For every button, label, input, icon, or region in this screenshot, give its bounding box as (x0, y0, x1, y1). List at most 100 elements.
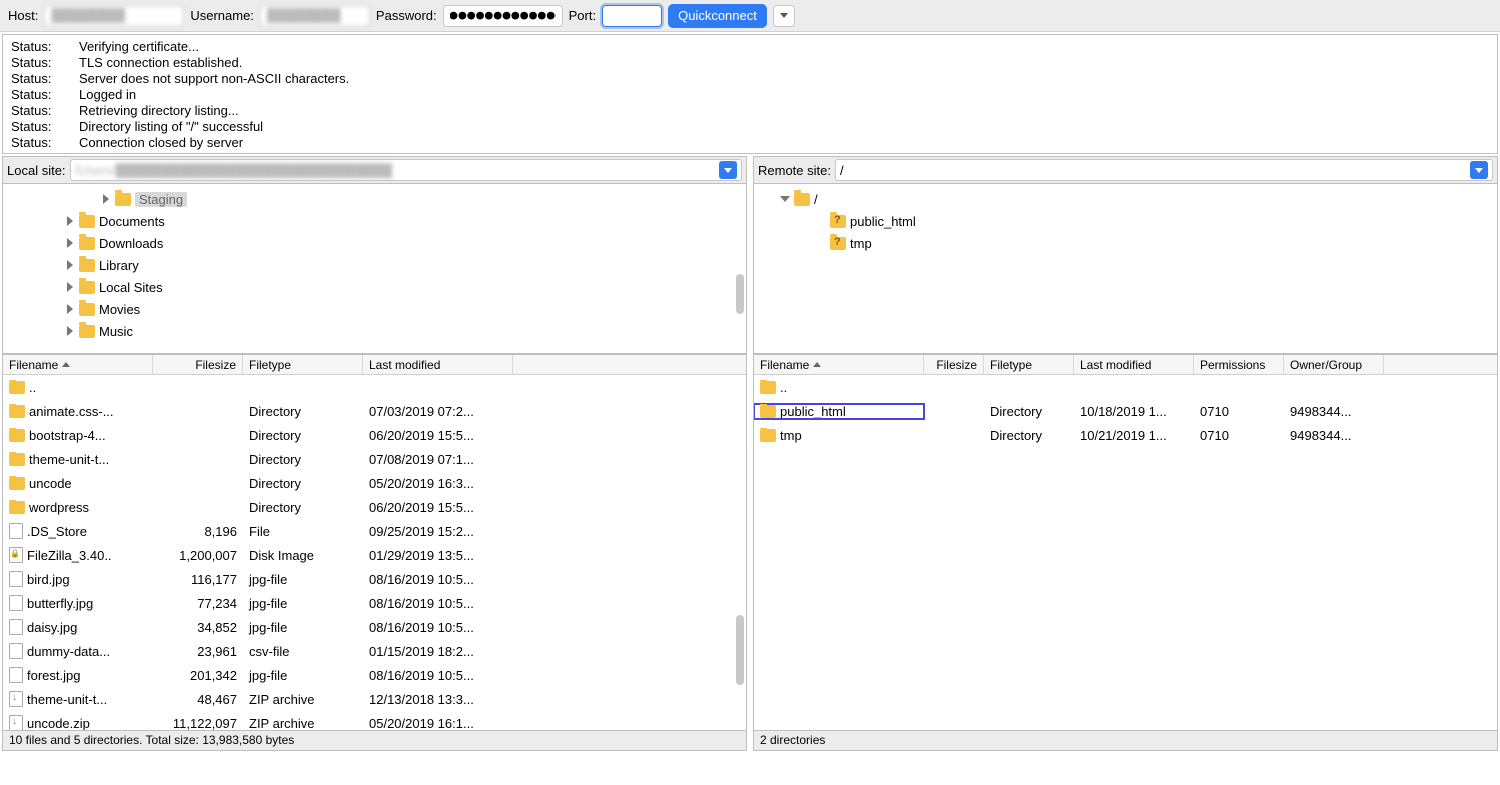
local-path-dropdown-button[interactable] (719, 161, 737, 179)
file-row[interactable]: dummy-data...23,961csv-file01/15/2019 18… (3, 639, 746, 663)
disclosure-triangle-icon[interactable] (101, 194, 111, 204)
col-filesize[interactable]: Filesize (153, 355, 243, 374)
remote-path-dropdown-button[interactable] (1470, 161, 1488, 179)
quickconnect-button[interactable]: Quickconnect (668, 4, 767, 28)
file-row[interactable]: theme-unit-t...Directory07/08/2019 07:1.… (3, 447, 746, 471)
folder-icon (79, 237, 95, 250)
file-modified: 10/21/2019 1... (1074, 428, 1194, 443)
col-filename[interactable]: Filename (754, 355, 924, 374)
password-input[interactable] (443, 5, 563, 27)
col-last-modified[interactable]: Last modified (363, 355, 513, 374)
remote-columns: Filename Filesize Filetype Last modified… (754, 355, 1497, 375)
local-file-list[interactable]: Filename Filesize Filetype Last modified… (2, 354, 747, 751)
file-name: uncode.zip (27, 716, 90, 731)
tree-item[interactable]: public_html (754, 210, 1497, 232)
file-name: bird.jpg (27, 572, 70, 587)
remote-tree[interactable]: / public_htmltmp (753, 184, 1498, 354)
file-type: csv-file (243, 644, 363, 659)
disclosure-triangle-icon[interactable] (65, 282, 75, 292)
log-label: Status: (11, 71, 61, 87)
col-permissions[interactable]: Permissions (1194, 355, 1284, 374)
file-row[interactable]: .. (754, 375, 1497, 399)
file-row[interactable]: wordpressDirectory06/20/2019 15:5... (3, 495, 746, 519)
col-filetype[interactable]: Filetype (243, 355, 363, 374)
file-row[interactable]: FileZilla_3.40..1,200,007Disk Image01/29… (3, 543, 746, 567)
log-row: Status:Directory listing of "/" successf… (11, 119, 1489, 135)
file-modified: 08/16/2019 10:5... (363, 572, 513, 587)
log-label: Status: (11, 135, 61, 151)
disclosure-triangle-icon[interactable] (65, 326, 75, 336)
log-message: Logged in (79, 87, 136, 103)
username-input[interactable] (260, 5, 370, 27)
local-columns: Filename Filesize Filetype Last modified (3, 355, 746, 375)
tree-item[interactable]: Library (3, 254, 746, 276)
file-owner: 9498344... (1284, 428, 1384, 443)
file-row[interactable]: theme-unit-t...48,467ZIP archive12/13/20… (3, 687, 746, 711)
tree-item[interactable]: tmp (754, 232, 1497, 254)
disclosure-triangle-icon[interactable] (65, 260, 75, 270)
tree-item[interactable]: Movies (3, 298, 746, 320)
file-row[interactable]: bird.jpg116,177jpg-file08/16/2019 10:5..… (3, 567, 746, 591)
file-name: .. (780, 380, 787, 395)
local-path-combo[interactable]: /Users/██████████████████████████████ (70, 159, 742, 181)
folder-icon (794, 193, 810, 206)
scrollbar-thumb[interactable] (736, 615, 744, 685)
file-row[interactable]: .. (3, 375, 746, 399)
local-pane: Local site: /Users/█████████████████████… (2, 156, 747, 751)
file-name: .DS_Store (27, 524, 87, 539)
file-size: 8,196 (153, 524, 243, 539)
tree-item[interactable]: Documents (3, 210, 746, 232)
col-filetype[interactable]: Filetype (984, 355, 1074, 374)
tree-item[interactable]: / (754, 188, 1497, 210)
file-modified: 05/20/2019 16:3... (363, 476, 513, 491)
file-row[interactable]: bootstrap-4...Directory06/20/2019 15:5..… (3, 423, 746, 447)
file-type: File (243, 524, 363, 539)
file-type: jpg-file (243, 572, 363, 587)
remote-file-list[interactable]: Filename Filesize Filetype Last modified… (753, 354, 1498, 751)
file-modified: 06/20/2019 15:5... (363, 500, 513, 515)
file-row[interactable]: tmpDirectory10/21/2019 1...07109498344..… (754, 423, 1497, 447)
file-type: Directory (243, 404, 363, 419)
port-input[interactable] (602, 5, 662, 27)
disclosure-triangle-icon[interactable] (65, 216, 75, 226)
file-name: wordpress (29, 500, 89, 515)
remote-site-bar: Remote site: / (753, 156, 1498, 184)
file-modified: 07/08/2019 07:1... (363, 452, 513, 467)
local-status-bar: 10 files and 5 directories. Total size: … (3, 730, 746, 750)
local-tree[interactable]: StagingDocumentsDownloadsLibraryLocal Si… (2, 184, 747, 354)
col-last-modified[interactable]: Last modified (1074, 355, 1194, 374)
password-label: Password: (376, 8, 437, 23)
tree-label: / (814, 192, 818, 207)
file-row[interactable]: public_htmlDirectory10/18/2019 1...07109… (754, 399, 1497, 423)
tree-item[interactable]: Local Sites (3, 276, 746, 298)
file-row[interactable]: .DS_Store 8,196File09/25/2019 15:2... (3, 519, 746, 543)
file-row[interactable]: butterfly.jpg77,234jpg-file08/16/2019 10… (3, 591, 746, 615)
col-owner-group[interactable]: Owner/Group (1284, 355, 1384, 374)
col-filename[interactable]: Filename (3, 355, 153, 374)
file-row[interactable]: animate.css-...Directory07/03/2019 07:2.… (3, 399, 746, 423)
file-modified: 05/20/2019 16:1... (363, 716, 513, 731)
tree-item[interactable]: Downloads (3, 232, 746, 254)
log-message: TLS connection established. (79, 55, 242, 71)
host-input[interactable] (44, 5, 184, 27)
file-name: bootstrap-4... (29, 428, 106, 443)
quickconnect-history-button[interactable] (773, 5, 795, 27)
disclosure-triangle-icon[interactable] (780, 194, 790, 204)
file-modified: 09/25/2019 15:2... (363, 524, 513, 539)
remote-path-text: / (840, 163, 1470, 178)
file-row[interactable]: uncodeDirectory05/20/2019 16:3... (3, 471, 746, 495)
tree-item[interactable]: Staging (3, 188, 746, 210)
file-row[interactable]: forest.jpg201,342jpg-file08/16/2019 10:5… (3, 663, 746, 687)
file-row[interactable]: daisy.jpg34,852jpg-file08/16/2019 10:5..… (3, 615, 746, 639)
scrollbar-thumb[interactable] (736, 274, 744, 314)
file-row[interactable]: uncode.zip11,122,097ZIP archive05/20/201… (3, 711, 746, 730)
log-label: Status: (11, 119, 61, 135)
disclosure-triangle-icon[interactable] (65, 304, 75, 314)
col-filesize[interactable]: Filesize (924, 355, 984, 374)
disclosure-triangle-icon[interactable] (65, 238, 75, 248)
local-path-text: /Users/██████████████████████████████ (75, 163, 719, 178)
folder-icon (115, 193, 131, 206)
file-type: Directory (243, 476, 363, 491)
tree-item[interactable]: Music (3, 320, 746, 342)
remote-path-combo[interactable]: / (835, 159, 1493, 181)
